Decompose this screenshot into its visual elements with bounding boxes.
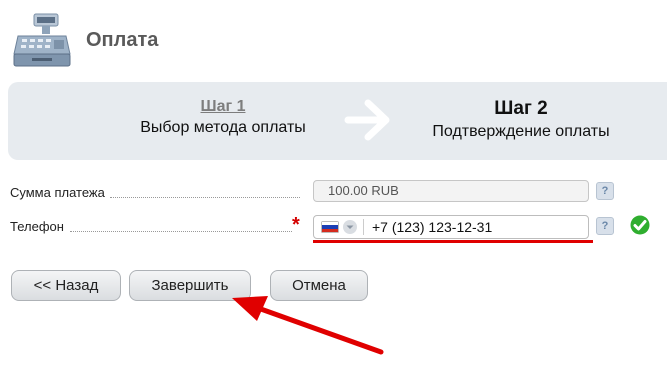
step-2: Шаг 2 Подтверждение оплаты [416, 98, 626, 141]
step-1-description: Выбор метода оплаты [140, 119, 306, 136]
country-code-select[interactable] [319, 219, 364, 235]
step-1-link[interactable]: Шаг 1 [130, 98, 316, 116]
amount-field: 100.00 RUB [313, 180, 589, 202]
valid-check-icon [630, 215, 650, 235]
phone-field[interactable]: +7 (123) 123-12-31 [313, 215, 589, 239]
cash-register-icon [13, 13, 71, 67]
step-indicator: Шаг 1 Выбор метода оплаты Шаг 2 Подтверж… [8, 82, 667, 160]
help-icon[interactable]: ? [596, 182, 614, 200]
label-leader-dots [110, 197, 300, 198]
help-icon[interactable]: ? [596, 217, 614, 235]
step-2-description: Подтверждение оплаты [432, 123, 610, 140]
phone-label: Телефон [10, 219, 64, 234]
required-indicator: * [292, 214, 300, 236]
page-header: Оплата [12, 12, 652, 68]
amount-row: Сумма платежа 100.00 RUB ? [10, 178, 660, 208]
phone-row: Телефон * +7 (123) 123-12-31 ? [10, 212, 660, 243]
finish-button[interactable]: Завершить [129, 270, 251, 301]
step-1[interactable]: Шаг 1 Выбор метода оплаты [130, 98, 316, 137]
annotation-underline [313, 240, 593, 243]
page-title: Оплата [86, 29, 159, 51]
phone-number-value: +7 (123) 123-12-31 [372, 219, 493, 235]
step-2-title: Шаг 2 [494, 98, 548, 119]
chevron-down-icon[interactable] [343, 220, 357, 234]
arrow-right-icon [344, 99, 390, 141]
label-leader-dots [70, 231, 292, 232]
back-button[interactable]: << Назад [11, 270, 121, 301]
cancel-button[interactable]: Отмена [270, 270, 368, 301]
russia-flag-icon [321, 221, 339, 233]
amount-label: Сумма платежа [10, 185, 105, 200]
